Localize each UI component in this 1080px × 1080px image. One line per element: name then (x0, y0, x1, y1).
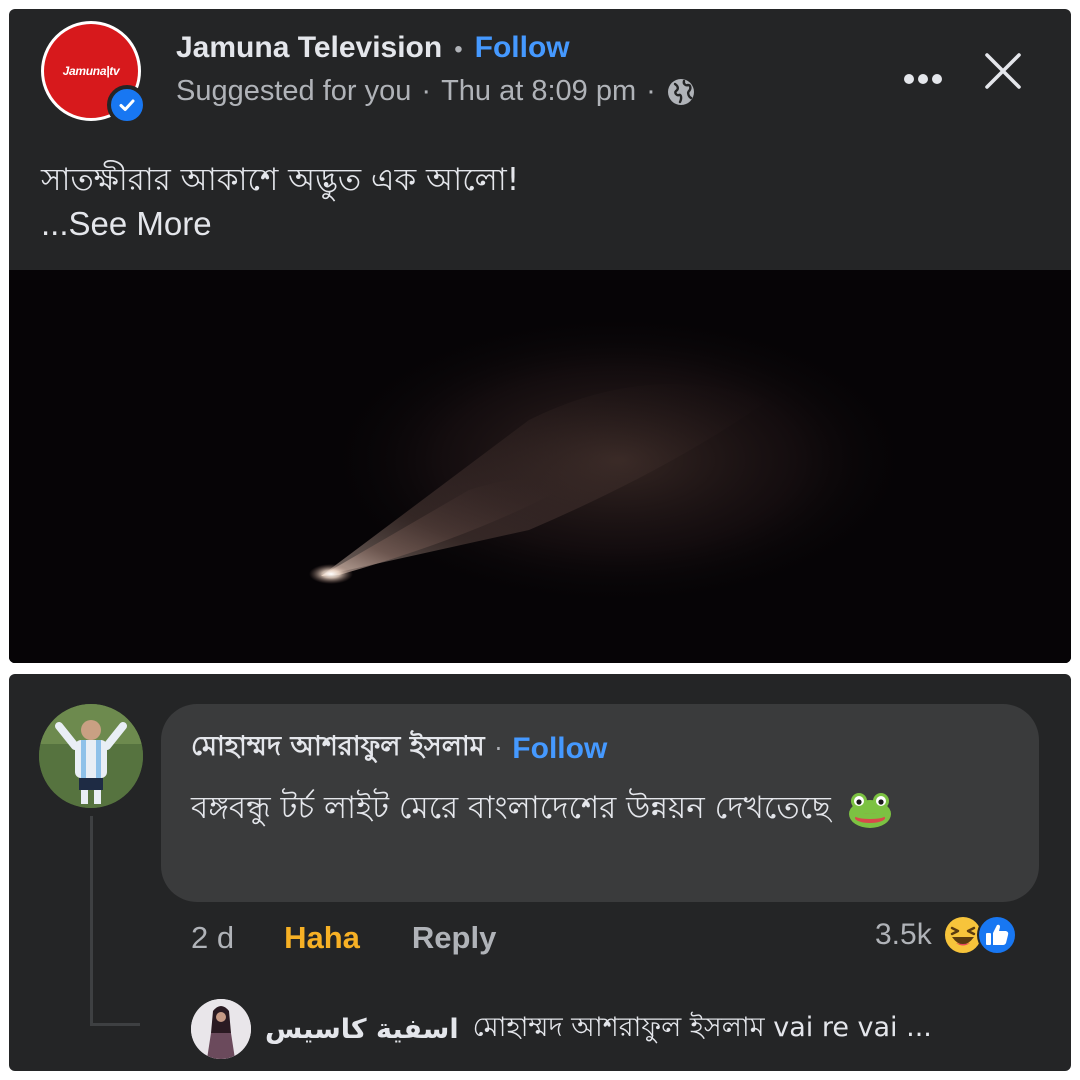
reply-button[interactable]: Reply (412, 920, 496, 956)
reply-text: মোহাম্মদ আশরাফুল ইসলাম vai re vai ... (472, 1011, 932, 1043)
comment-card: মোহাম্মদ আশরাফুল ইসলাম · Follow বঙ্গবন্ধ… (9, 674, 1071, 1071)
page-logo-text: Jamuna|tv (62, 64, 120, 78)
reaction-count: 3.5k (875, 918, 932, 951)
thread-line (90, 816, 93, 1026)
reply-author-avatar[interactable] (191, 999, 251, 1059)
verified-check-icon (107, 85, 147, 125)
comment-text: বঙ্গবন্ধু টর্চ লাইট মেরে বাংলাদেশের উন্ন… (191, 790, 831, 826)
globe-icon (667, 78, 694, 105)
like-reaction-icon (976, 915, 1017, 955)
close-icon[interactable] (983, 51, 1023, 91)
post-image[interactable] (9, 270, 1071, 663)
see-more-link[interactable]: ...See More (41, 205, 212, 243)
comment-separator: · (494, 734, 503, 763)
post-timestamp[interactable]: Thu at 8:09 pm (441, 75, 636, 108)
post-card: Jamuna|tv Jamuna Television • Follow Sug… (9, 9, 1071, 663)
comment-author[interactable]: মোহাম্মদ আশরাফুল ইসলাম (191, 726, 485, 771)
reaction-summary[interactable]: 3.5k (875, 914, 1018, 956)
post-text: সাতক্ষীরার আকাশে অদ্ভুত এক আলো! (41, 162, 520, 198)
reply-preview[interactable]: اسفية كاسيس মোহাম্মদ আশরাফুল ইসলাম vai r… (191, 999, 932, 1059)
name-separator: • (454, 36, 463, 63)
more-options-icon[interactable] (897, 61, 947, 91)
follow-page-button[interactable]: Follow (475, 31, 570, 65)
page-name[interactable]: Jamuna Television (176, 31, 442, 65)
night-sky-light-photo (9, 270, 1071, 663)
follow-commenter-button[interactable]: Follow (512, 732, 607, 766)
comment-author-row: মোহাম্মদ আশরাফুল ইসলাম · Follow (191, 726, 607, 771)
comment-actions: 2 d Haha Reply (191, 920, 496, 956)
suggested-label: Suggested for you (176, 75, 412, 107)
thread-elbow (90, 1023, 140, 1026)
post-header: Jamuna|tv Jamuna Television • Follow Sug… (9, 9, 1071, 149)
frog-emoji-icon (848, 792, 891, 828)
haha-reaction-button[interactable]: Haha (284, 920, 360, 956)
meta-separator: · (421, 75, 432, 107)
reply-author[interactable]: اسفية كاسيس (265, 1014, 459, 1045)
post-meta: Suggested for you · Thu at 8:09 pm · (176, 75, 696, 108)
comment-timestamp[interactable]: 2 d (191, 920, 234, 956)
comment-bubble: মোহাম্মদ আশরাফুল ইসলাম · Follow বঙ্গবন্ধ… (161, 704, 1039, 902)
post-title-row: Jamuna Television • Follow (176, 31, 570, 65)
commenter-avatar[interactable] (39, 704, 143, 808)
comment-text-block: বঙ্গবন্ধু টর্চ লাইট মেরে বাংলাদেশের উন্ন… (191, 780, 991, 836)
meta-separator: · (646, 75, 656, 107)
